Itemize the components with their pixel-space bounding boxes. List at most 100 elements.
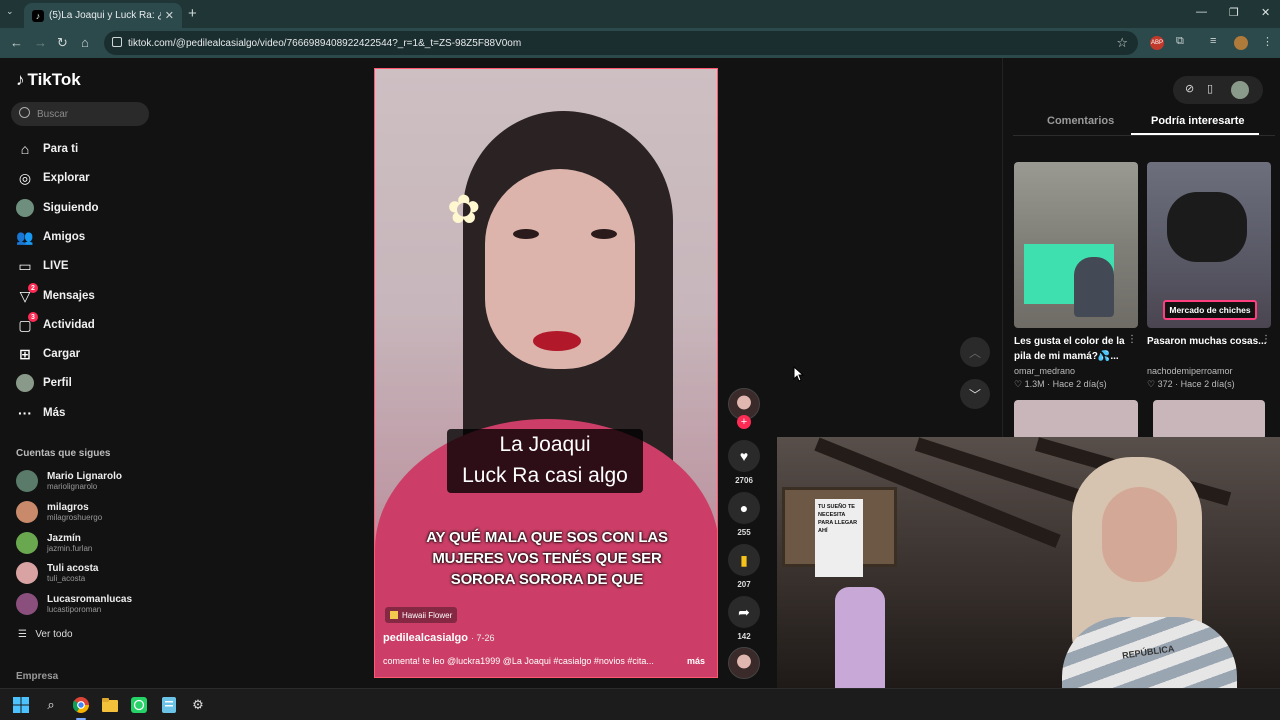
extensions-puzzle-icon[interactable]: ⧉ xyxy=(1176,35,1184,48)
video-player[interactable]: ✿ La Joaqui Luck Ra casi algo AY QUÉ MAL… xyxy=(374,68,718,678)
profile-avatar-icon[interactable] xyxy=(1234,36,1248,50)
windows-start-icon[interactable] xyxy=(12,696,30,714)
account-username: mariolignarolo xyxy=(47,482,98,491)
file-explorer-icon[interactable] xyxy=(101,696,119,714)
video-author[interactable]: pedilealcasialgo · 7-26 xyxy=(383,632,495,644)
browser-menu-icon[interactable]: ⋮ xyxy=(1262,35,1273,48)
streamer: REPÚBLICA xyxy=(1062,457,1237,688)
reading-list-icon[interactable]: ≡ xyxy=(1210,35,1216,47)
back-icon[interactable]: ← xyxy=(10,35,23,50)
nav-mas[interactable]: ··· Más xyxy=(16,403,65,423)
windows-taskbar: ⌕ ⚙ xyxy=(0,688,1280,720)
taskbar-search-icon[interactable]: ⌕ xyxy=(42,696,60,714)
share-action[interactable]: ➦ 142 xyxy=(728,596,760,641)
nav-label: Mensajes xyxy=(43,290,95,302)
site-info-icon[interactable] xyxy=(112,37,122,47)
share-icon[interactable]: ➦ xyxy=(728,596,760,628)
nav-label: Actividad xyxy=(43,319,95,331)
suggested-video-author[interactable]: omar_medrano xyxy=(1014,366,1075,376)
reload-icon[interactable]: ↻ xyxy=(57,35,68,51)
comment-icon[interactable]: ● xyxy=(728,492,760,524)
suggested-video-thumbnail[interactable]: Mercado de chiches xyxy=(1147,162,1271,328)
suggested-video-title[interactable]: Pasaron muchas cosas... xyxy=(1147,334,1267,349)
avatar xyxy=(16,593,38,615)
new-tab-button[interactable]: + xyxy=(188,5,197,22)
device-icon[interactable]: ▯ xyxy=(1207,82,1213,95)
suggested-video-thumbnail[interactable] xyxy=(1014,400,1138,440)
bookmark-star-icon[interactable]: ☆ xyxy=(1116,35,1128,51)
heart-icon[interactable]: ♥ xyxy=(728,440,760,472)
tab-comments[interactable]: Comentarios xyxy=(1047,115,1114,127)
author-name: pedilealcasialgo xyxy=(383,632,468,644)
nav-siguiendo[interactable]: Siguiendo xyxy=(16,198,99,218)
messages-badge: 2 xyxy=(28,283,38,293)
suggested-video-thumbnail[interactable] xyxy=(1153,400,1265,440)
video-subtitle: AY QUÉ MALA QUE SOS CON LAS MUJERES VOS … xyxy=(426,529,668,588)
more-options-icon[interactable]: ⋮ xyxy=(1261,334,1271,345)
comment-action[interactable]: ● 255 xyxy=(728,492,760,537)
nav-para-ti[interactable]: ⌂ Para ti xyxy=(16,139,78,159)
nav-explorar[interactable]: ◎ Explorar xyxy=(16,168,90,188)
adblock-extension-icon[interactable]: ABP xyxy=(1150,36,1164,50)
nav-label: Explorar xyxy=(43,172,90,184)
window-close-icon[interactable]: ✕ xyxy=(1261,6,1270,19)
bookmark-icon[interactable]: ▮ xyxy=(728,544,760,576)
tiktok-logo[interactable]: ♪ TikTok xyxy=(16,70,81,90)
account-name: Jazmín xyxy=(47,533,81,544)
nav-amigos[interactable]: 👥 Amigos xyxy=(16,227,85,247)
music-tag[interactable]: Hawaii Flower xyxy=(385,607,458,623)
follow-plus-icon[interactable]: + xyxy=(737,415,751,429)
minimize-icon[interactable]: — xyxy=(1196,6,1207,18)
following-avatar-icon xyxy=(16,199,34,217)
chrome-icon[interactable] xyxy=(72,696,90,714)
music-disc-avatar[interactable] xyxy=(728,647,760,679)
following-account[interactable]: Lucasromanlucas lucastiporoman xyxy=(16,593,132,615)
restore-icon[interactable]: ❐ xyxy=(1229,6,1239,19)
compass-small-icon[interactable]: ⊘ xyxy=(1185,82,1194,95)
search-input[interactable]: Buscar xyxy=(11,102,149,126)
like-action[interactable]: ♥ 2706 xyxy=(728,440,760,485)
music-title: Hawaii Flower xyxy=(402,610,453,620)
active-tab-indicator xyxy=(1131,133,1259,135)
following-account[interactable]: Mario Lignarolo mariolignarolo xyxy=(16,470,122,492)
video-description: comenta! te leo @luckra1999 @La Joaqui #… xyxy=(383,656,654,666)
description-more-link[interactable]: más xyxy=(687,656,705,666)
following-account[interactable]: milagros milagroshuergo xyxy=(16,501,102,523)
tab-close-icon[interactable]: ✕ xyxy=(165,9,174,22)
more-options-icon[interactable]: ⋮ xyxy=(1127,334,1137,345)
browser-tab[interactable]: ♪ (5)La Joaqui y Luck Ra: ¿qué pa ✕ xyxy=(24,3,182,28)
motivational-poster: TU SUEÑO TE NECESITA PARA LLEGAR AHÍ xyxy=(815,499,863,577)
forward-icon[interactable]: → xyxy=(34,35,47,50)
nav-label: Perfil xyxy=(43,377,72,389)
see-all-button[interactable]: ☰ Ver todo xyxy=(18,629,73,640)
suggested-video-thumbnail[interactable] xyxy=(1014,162,1138,328)
account-name: milagros xyxy=(47,502,89,513)
following-account[interactable]: Tuli acosta tuli_acosta xyxy=(16,562,99,584)
suggested-video-stats: ♡ 372 · Hace 2 día(s) xyxy=(1147,379,1235,389)
nav-live[interactable]: ▭ LIVE xyxy=(16,256,68,276)
suggested-video-title[interactable]: Les gusta el color de la pila de mi mamá… xyxy=(1014,334,1134,364)
next-video-chevron-down-icon[interactable]: ﹀ xyxy=(960,379,990,409)
nav-actividad[interactable]: ▢ 3 Actividad xyxy=(16,312,95,335)
nav-label: Para ti xyxy=(43,143,79,155)
previous-video-chevron-up-icon[interactable]: ︿ xyxy=(960,337,990,367)
whatsapp-icon[interactable] xyxy=(130,696,148,714)
suggested-video-author[interactable]: nachodemiperroamor xyxy=(1147,366,1233,376)
address-bar[interactable]: tiktok.com/@pedilealcasialgo/video/76669… xyxy=(104,31,1138,55)
nav-mensajes[interactable]: ▽ 2 Mensajes xyxy=(16,283,95,306)
nav-cargar[interactable]: ⊞ Cargar xyxy=(16,344,80,364)
tab-list-chevron-icon[interactable]: ⌄ xyxy=(6,6,20,20)
save-action[interactable]: ▮ 207 xyxy=(728,544,760,589)
nav-perfil[interactable]: Perfil xyxy=(16,373,72,393)
notepad-icon[interactable] xyxy=(160,696,178,714)
url-text: tiktok.com/@pedilealcasialgo/video/76669… xyxy=(128,37,522,49)
following-account[interactable]: Jazmín jazmin.furlan xyxy=(16,532,92,554)
caption-line: Luck Ra casi algo xyxy=(462,464,628,487)
settings-gear-icon[interactable]: ⚙ xyxy=(189,696,207,714)
nav-label: Amigos xyxy=(43,231,86,243)
company-link[interactable]: Empresa xyxy=(16,671,58,682)
user-avatar-icon[interactable] xyxy=(1231,81,1249,99)
home-browser-icon[interactable]: ⌂ xyxy=(81,35,89,50)
tab-suggested[interactable]: Podría interesarte xyxy=(1151,115,1245,127)
browser-tab-bar: ⌄ ♪ (5)La Joaqui y Luck Ra: ¿qué pa ✕ + … xyxy=(0,0,1280,28)
